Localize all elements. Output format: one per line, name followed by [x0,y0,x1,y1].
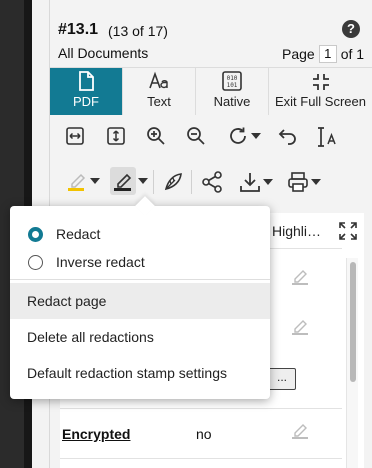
zoom-in-icon [147,127,165,145]
redact-field-button[interactable] [290,420,310,445]
chevron-down-icon [251,133,261,139]
more-button[interactable]: ... [268,368,296,390]
svg-text:010: 010 [227,75,238,82]
tab-native-label: Native [213,94,251,109]
document-count: (13 of 17) [108,23,168,39]
tab-exit-fullscreen-label: Exit Full Screen [274,94,367,109]
radio-redact-label: Redact [56,226,101,242]
radio-redact[interactable]: Redact [28,226,100,242]
expand-icon-wrap[interactable] [338,221,358,246]
share-button[interactable] [200,170,224,194]
print-button[interactable] [284,170,324,194]
help-icon[interactable]: ? [342,20,360,38]
feather-icon [164,173,182,191]
zoom-out-icon [187,127,205,145]
fit-height-icon [107,127,125,145]
tab-pdf-label: PDF [73,94,99,109]
text-aa-icon [149,71,168,89]
collection-name: All Documents [58,45,149,61]
expand-icon [339,222,357,240]
table-row-divider [60,408,342,409]
svg-text:101: 101 [227,82,238,89]
tab-native[interactable]: 010 101 Native [196,68,269,115]
redaction-pen-icon [292,424,308,439]
page-navigator: Page 1 of 1 [282,45,364,63]
highlighter-icon [68,173,86,191]
fit-height-button[interactable] [105,125,127,147]
menu-item-redact-page[interactable]: Redact page [10,283,270,319]
tab-text-label: Text [147,94,171,109]
page-number-input[interactable]: 1 [318,45,337,63]
share-icon [202,171,222,193]
undo-button[interactable] [277,125,299,147]
redact-tool-pressed [110,167,136,195]
chevron-down-icon [263,179,273,185]
fit-width-button[interactable] [64,125,86,147]
zoom-in-button[interactable] [145,125,167,147]
undo-icon [278,129,296,145]
download-button[interactable] [236,170,276,194]
printer-icon [288,172,308,192]
chevron-down-icon [311,179,321,185]
redact-tool-button[interactable] [108,166,150,196]
annotate-button[interactable] [161,170,185,194]
rotate-icon [230,127,246,144]
view-tabs: PDF Text 010 101 Native Exit Full Screen [50,67,372,115]
tab-text[interactable]: Text [123,68,196,115]
zoom-out-button[interactable] [185,125,207,147]
text-cursor-icon [318,127,336,147]
tab-pdf[interactable]: PDF [50,68,123,115]
menu-item-delete-all-redactions[interactable]: Delete all redactions [10,319,270,355]
highlight-tool-button[interactable] [64,168,102,194]
text-select-button[interactable] [316,125,340,149]
rotate-button[interactable] [224,125,264,147]
chevron-down-icon [138,178,148,184]
document-number: #13.1 [58,21,99,38]
radio-inverse-redact[interactable]: Inverse redact [28,254,145,270]
table-row-divider [60,458,342,459]
fit-width-icon [66,127,84,145]
redaction-pen-icon [292,270,308,285]
redact-field-button[interactable] [290,316,310,341]
redaction-pen-icon [292,320,308,335]
toolbar-divider [191,170,192,194]
tab-exit-fullscreen[interactable]: Exit Full Screen [269,68,372,115]
redact-field-button[interactable] [290,266,310,291]
redaction-pen-icon [114,173,132,191]
menu-item-default-stamp-settings[interactable]: Default redaction stamp settings [10,355,270,391]
field-value-encrypted: no [196,426,212,442]
file-icon [79,71,94,91]
redaction-menu: Redact Inverse redact Redact page Delete… [10,206,270,399]
menu-divider [10,279,270,280]
exit-fullscreen-icon [312,74,329,90]
page-total: of 1 [340,46,365,62]
radio-inverse-redact-control[interactable] [28,254,43,270]
radio-redact-control[interactable] [28,226,43,242]
toolbar-divider [153,170,154,194]
column-header-highlight[interactable]: Highli… [272,223,321,239]
binary-file-icon: 010101 [222,71,242,91]
page-label: Page [282,46,315,62]
field-name-encrypted[interactable]: Encrypted [62,426,130,442]
radio-inverse-redact-label: Inverse redact [56,254,145,270]
download-icon [240,173,260,192]
chevron-down-icon [90,178,100,184]
scrollbar-thumb[interactable] [350,262,356,382]
